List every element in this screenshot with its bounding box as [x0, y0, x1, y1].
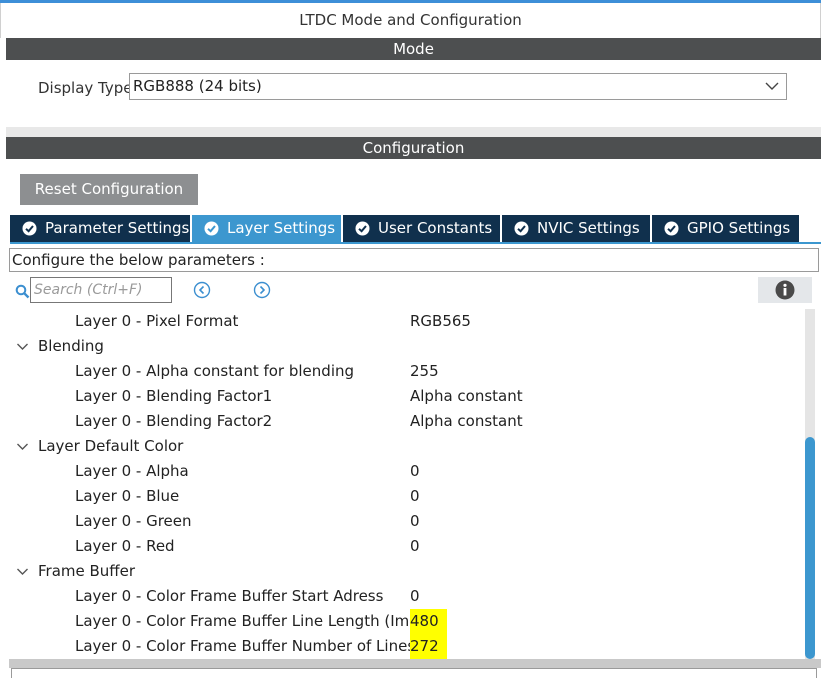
scrollbar-thumb[interactable]: [805, 437, 815, 659]
param-value-highlighted: 480: [410, 609, 447, 634]
param-name: Layer 0 - Blue: [75, 487, 180, 505]
param-value: Alpha constant: [410, 387, 523, 405]
tab-nvic-settings[interactable]: NVIC Settings: [502, 215, 650, 242]
chevron-down-icon[interactable]: [16, 341, 29, 352]
param-row-green[interactable]: Layer 0 - Green 0: [6, 509, 801, 534]
tab-gpio-settings[interactable]: GPIO Settings: [652, 215, 799, 242]
reset-configuration-button[interactable]: Reset Configuration: [20, 174, 198, 205]
tab-underline: [10, 242, 821, 244]
param-row-blending-factor2[interactable]: Layer 0 - Blending Factor2 Alpha constan…: [6, 409, 801, 434]
group-row-frame-buffer[interactable]: Frame Buffer: [6, 559, 801, 584]
tab-label: GPIO Settings: [687, 219, 791, 237]
chevron-left-circle-icon[interactable]: [193, 281, 211, 299]
vertical-scrollbar[interactable]: [805, 309, 815, 659]
search-input[interactable]: [30, 277, 172, 303]
group-label: Layer Default Color: [38, 437, 184, 455]
param-name: Layer 0 - Blending Factor1: [75, 387, 273, 405]
check-circle-icon: [664, 221, 679, 236]
tab-label: Parameter Settings: [45, 219, 190, 237]
display-type-value: RGB888 (24 bits): [133, 77, 262, 95]
param-name: Layer 0 - Pixel Format: [75, 312, 239, 330]
info-button[interactable]: [758, 277, 812, 303]
param-name: Layer 0 - Alpha: [75, 462, 189, 480]
param-value: 0: [410, 512, 420, 530]
mode-section-header: Mode: [6, 38, 821, 60]
param-value: RGB565: [410, 312, 471, 330]
param-value: 0: [410, 487, 420, 505]
chevron-down-icon[interactable]: [16, 441, 29, 452]
section-separator: [6, 127, 821, 137]
horizontal-scrollbar[interactable]: [9, 659, 821, 668]
tab-label: User Constants: [378, 219, 493, 237]
param-value: 0: [410, 587, 420, 605]
display-type-select[interactable]: RGB888 (24 bits): [129, 73, 787, 100]
tab-bar: Parameter Settings Layer Settings User C…: [10, 215, 809, 242]
search-toolbar: [10, 273, 816, 307]
tab-label: NVIC Settings: [537, 219, 640, 237]
param-name: Layer 0 - Color Frame Buffer Start Adres…: [75, 587, 384, 605]
check-circle-icon: [22, 221, 37, 236]
tab-user-constants[interactable]: User Constants: [343, 215, 500, 242]
param-row-blue[interactable]: Layer 0 - Blue 0: [6, 484, 801, 509]
tab-label: Layer Settings: [227, 219, 336, 237]
param-name: Layer 0 - Green: [75, 512, 192, 530]
group-row-layer-default-color[interactable]: Layer Default Color: [6, 434, 801, 459]
check-circle-icon: [514, 221, 529, 236]
param-value: 0: [410, 537, 420, 555]
param-name: Layer 0 - Blending Factor2: [75, 412, 273, 430]
param-value: Alpha constant: [410, 412, 523, 430]
tab-layer-settings[interactable]: Layer Settings: [192, 215, 341, 242]
param-value: 255: [410, 362, 439, 380]
configure-hint: Configure the below parameters :: [9, 248, 819, 272]
group-row-blending[interactable]: Blending: [6, 334, 801, 359]
param-row-frame-buffer-number-of-lines[interactable]: Layer 0 - Color Frame Buffer Number of L…: [6, 634, 801, 659]
param-name: Layer 0 - Color Frame Buffer Line Length…: [75, 612, 438, 630]
param-row-alpha[interactable]: Layer 0 - Alpha 0: [6, 459, 801, 484]
chevron-right-circle-icon[interactable]: [253, 281, 271, 299]
configuration-panel: Reset Configuration Parameter Settings L…: [6, 159, 821, 678]
search-icon: [15, 284, 30, 299]
param-row-frame-buffer-line-length[interactable]: Layer 0 - Color Frame Buffer Line Length…: [6, 609, 801, 634]
param-name: Layer 0 - Alpha constant for blending: [75, 362, 355, 380]
param-row-pixel-format[interactable]: Layer 0 - Pixel Format RGB565: [6, 309, 801, 334]
chevron-down-icon[interactable]: [16, 566, 29, 577]
check-circle-icon: [204, 221, 219, 236]
group-label: Frame Buffer: [38, 562, 136, 580]
param-row-blending-factor1[interactable]: Layer 0 - Blending Factor1 Alpha constan…: [6, 384, 801, 409]
param-value-highlighted: 272: [410, 634, 447, 659]
check-circle-icon: [355, 221, 370, 236]
param-row-alpha-constant[interactable]: Layer 0 - Alpha constant for blending 25…: [6, 359, 801, 384]
description-panel: [11, 668, 817, 678]
param-value: 0: [410, 462, 420, 480]
group-label: Blending: [38, 337, 104, 355]
parameter-tree: Layer 0 - Pixel Format RGB565 Blending L…: [6, 309, 801, 659]
param-row-red[interactable]: Layer 0 - Red 0: [6, 534, 801, 559]
param-name: Layer 0 - Color Frame Buffer Number of L…: [75, 637, 440, 655]
param-row-frame-buffer-start[interactable]: Layer 0 - Color Frame Buffer Start Adres…: [6, 584, 801, 609]
window-title: LTDC Mode and Configuration: [0, 3, 821, 38]
chevron-down-icon: [765, 82, 779, 90]
display-type-label: Display Type: [38, 79, 133, 97]
configuration-section-header: Configuration: [6, 137, 821, 159]
tab-parameter-settings[interactable]: Parameter Settings: [10, 215, 190, 242]
param-name: Layer 0 - Red: [75, 537, 175, 555]
info-icon: [775, 280, 795, 300]
mode-panel: Display Type RGB888 (24 bits): [6, 60, 821, 127]
